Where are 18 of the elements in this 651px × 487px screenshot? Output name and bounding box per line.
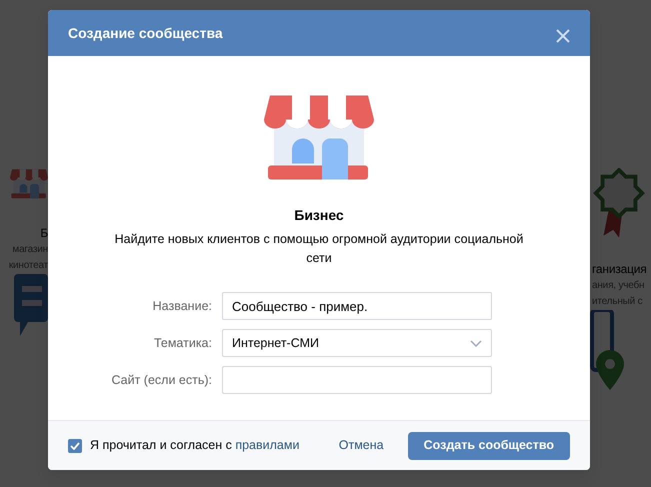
input-field[interactable]: Сообщество - пример. (222, 292, 492, 320)
card-title: ганизация (591, 260, 647, 278)
create-button[interactable]: Создать сообщество (408, 432, 570, 460)
agreement-text: Я прочитал и согласен с правилами (90, 437, 300, 454)
cancel-link[interactable]: Отмена (338, 436, 384, 455)
rules-link[interactable]: правилами (235, 438, 300, 452)
chevron-down-icon (470, 340, 482, 346)
card-title: Б (40, 225, 48, 242)
topic-select[interactable]: Интернет-СМИ (222, 329, 492, 357)
input-field[interactable] (222, 366, 492, 394)
close-icon (556, 28, 570, 43)
modal-title: Создание сообщества (68, 24, 223, 43)
field-label: Сайт (если есть): (110, 372, 212, 389)
checkbox[interactable] (68, 438, 82, 452)
category-description: Найдите новых клиентов с помощью огромной аудитории социальной сети (114, 231, 524, 267)
field-label: Название: (152, 298, 212, 315)
field-label: Тематика: (152, 334, 212, 352)
category-title: Бизнес (293, 206, 345, 225)
